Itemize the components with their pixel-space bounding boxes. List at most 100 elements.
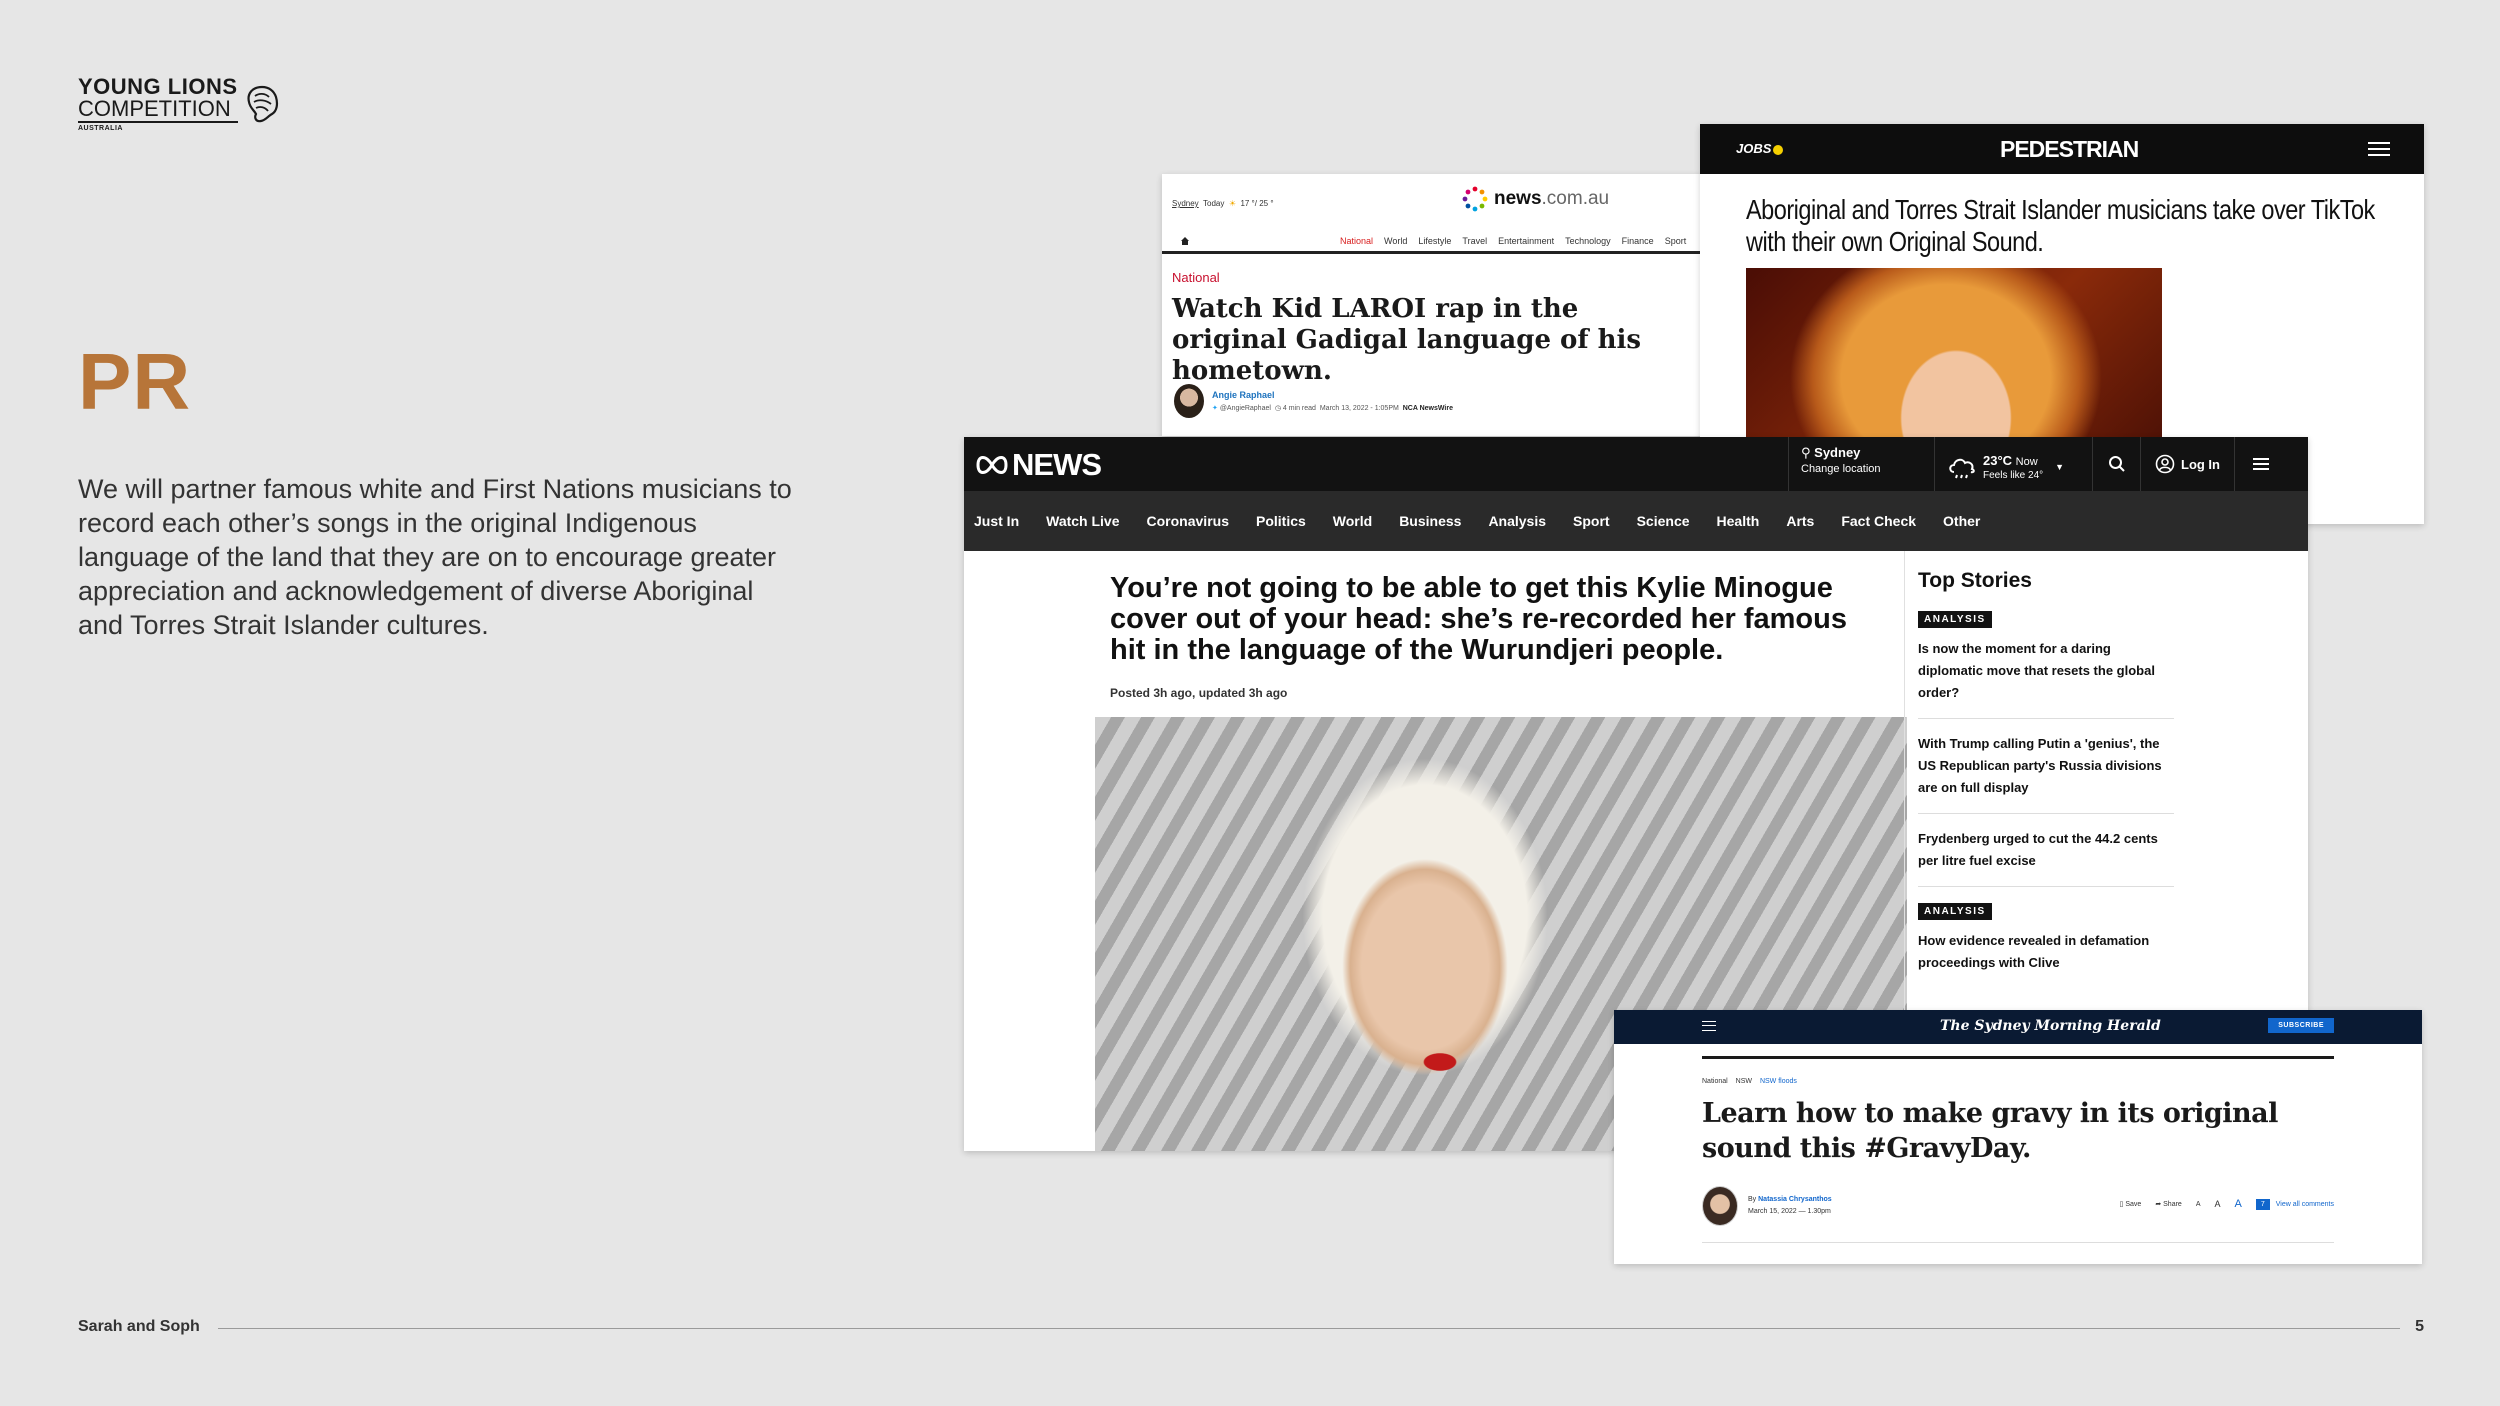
newscomau-nav-world[interactable]: World — [1384, 236, 1407, 246]
newscomau-date: March 13, 2022 - 1:05PM — [1319, 405, 1399, 412]
login-button[interactable]: Log In — [2140, 437, 2234, 491]
lion-icon — [246, 85, 278, 123]
newscomau-header: Sydney Today ☀ 17 °/ 25 ° news .com.au — [1162, 174, 1706, 230]
abc-top-stories: Top Stories ANALYSIS Is now the moment f… — [1918, 569, 2198, 1002]
smh-top-rule — [1702, 1056, 2334, 1059]
abc-nav-just-in[interactable]: Just In — [974, 513, 1019, 529]
byline-prefix: By — [1748, 1196, 1757, 1203]
abc-nav-science[interactable]: Science — [1637, 513, 1690, 529]
comments-link[interactable]: 7 View all comments — [2255, 1198, 2334, 1210]
newscomau-author[interactable]: Angie Raphael — [1212, 390, 1453, 400]
newscomau-nav-national[interactable]: National — [1340, 236, 1373, 246]
newscomau-nav-entertainment[interactable]: Entertainment — [1498, 236, 1554, 246]
top-story-item[interactable]: ANALYSIS How evidence revealed in defama… — [1918, 901, 2174, 988]
abc-nav-fact-check[interactable]: Fact Check — [1841, 513, 1916, 529]
top-stories-heading: Top Stories — [1918, 569, 2032, 592]
search-button[interactable] — [2092, 437, 2140, 491]
newscomau-nav: National World Lifestyle Travel Entertai… — [1162, 230, 1706, 254]
logo-line-1: YOUNG LIONS — [78, 74, 238, 99]
newscomau-nav-lifestyle[interactable]: Lifestyle — [1418, 236, 1451, 246]
pedestrian-jobs-label: JOBS — [1736, 141, 1772, 156]
abc-nav-business[interactable]: Business — [1399, 513, 1461, 529]
bookmark-icon: ▯ — [2119, 1201, 2124, 1208]
text-size-large[interactable]: A — [2235, 1198, 2242, 1210]
newscomau-handle[interactable]: @AngieRaphael — [1220, 405, 1271, 412]
abc-nav-other[interactable]: Other — [1943, 513, 1980, 529]
newscomau-today: Today — [1203, 199, 1225, 208]
abc-nav-sport[interactable]: Sport — [1573, 513, 1610, 529]
newscomau-logo-main: news — [1494, 188, 1542, 209]
slide-body: We will partner famous white and First N… — [78, 474, 792, 640]
newscomau-location-bar: Sydney Today ☀ 17 °/ 25 ° — [1172, 199, 1274, 208]
abc-updated: updated 3h ago — [1198, 686, 1288, 700]
hamburger-menu-icon[interactable] — [2368, 142, 2390, 156]
abc-lissajous-icon — [976, 456, 1008, 474]
abc-weather[interactable]: 23°C Now Feels like 24° ▼ — [1934, 437, 2076, 491]
newscomau-weather: 17 °/ 25 ° — [1240, 199, 1274, 208]
view-comments-label: View all comments — [2275, 1200, 2334, 1208]
abc-posted: Posted 3h ago, — [1110, 686, 1196, 700]
save-button[interactable]: ▯ Save — [2120, 1200, 2142, 1208]
breadcrumb-national[interactable]: National — [1702, 1078, 1728, 1085]
twitter-icon: ✦ — [1212, 405, 1218, 412]
newscomau-nav-finance[interactable]: Finance — [1622, 236, 1654, 246]
hamburger-menu-icon — [1702, 1021, 1716, 1031]
clock-icon: ◷ — [1274, 405, 1281, 412]
smh-author[interactable]: Natassia Chrysanthos — [1758, 1196, 1832, 1203]
smh-logo[interactable]: The Sydney Morning Herald — [1940, 1018, 2161, 1034]
analysis-badge: ANALYSIS — [1918, 611, 1992, 628]
breadcrumb-nsw[interactable]: NSW — [1736, 1078, 1752, 1085]
author-avatar — [1174, 384, 1204, 418]
abc-logo-text: NEWS — [1012, 447, 1102, 482]
breadcrumb-nsw-floods[interactable]: NSW floods — [1760, 1078, 1797, 1085]
newscomau-headline: Watch Kid LAROI rap in the original Gadi… — [1172, 294, 1642, 386]
save-label: Save — [2125, 1201, 2142, 1208]
newscomau-section[interactable]: National — [1172, 270, 1220, 285]
top-story-item[interactable]: Frydenberg urged to cut the 44.2 cents p… — [1918, 828, 2174, 887]
young-lions-logo: YOUNG LIONS COMPETITION AUSTRALIA — [78, 76, 280, 132]
newscomau-location[interactable]: Sydney — [1172, 199, 1199, 208]
abc-posted-time: Posted 3h ago, updated 3h ago — [1110, 686, 1287, 700]
newscomau-nav-sport[interactable]: Sport — [1665, 236, 1687, 246]
newscomau-nav-travel[interactable]: Travel — [1462, 236, 1487, 246]
abc-location[interactable]: ⚲ Sydney Change location — [1788, 437, 1893, 491]
page-number: 5 — [2415, 1318, 2424, 1335]
top-story-text: How evidence revealed in defamation proc… — [1918, 933, 2150, 970]
abc-nav-analysis[interactable]: Analysis — [1488, 513, 1546, 529]
abc-nav-politics[interactable]: Politics — [1256, 513, 1306, 529]
comments-count: 7 — [2255, 1198, 2270, 1210]
abc-nav-world[interactable]: World — [1333, 513, 1372, 529]
user-icon — [2155, 454, 2175, 474]
abc-change-location: Change location — [1801, 463, 1881, 475]
share-label: Share — [2163, 1201, 2182, 1208]
smiley-icon — [1773, 144, 1784, 155]
abc-location-name: Sydney — [1814, 445, 1861, 460]
smh-menu-button[interactable] — [1702, 1021, 1716, 1031]
logo-line-3: AUSTRALIA — [78, 125, 123, 132]
newscomau-logo[interactable]: news .com.au — [1462, 186, 1609, 212]
rain-cloud-icon — [1949, 458, 1975, 479]
share-button[interactable]: ➦ Share — [2155, 1200, 2182, 1208]
abc-nav-coronavirus[interactable]: Coronavirus — [1147, 513, 1229, 529]
home-icon[interactable] — [1180, 236, 1190, 246]
analysis-badge: ANALYSIS — [1918, 903, 1992, 920]
hamburger-menu-button[interactable] — [2234, 437, 2286, 491]
abc-nav-health[interactable]: Health — [1717, 513, 1760, 529]
pedestrian-jobs-link[interactable]: JOBS — [1736, 141, 1784, 156]
smh-date: March 15, 2022 — 1.30pm — [1748, 1208, 1831, 1215]
text-size-medium[interactable]: A — [2215, 1199, 2221, 1209]
abc-now-label: Now — [2015, 456, 2038, 468]
top-story-item[interactable]: ANALYSIS Is now the moment for a daring … — [1918, 609, 2174, 719]
pedestrian-logo[interactable]: PEDESTRIAN — [2000, 136, 2139, 163]
author-avatar — [1702, 1186, 1738, 1226]
logo-line-2: COMPETITION — [78, 98, 238, 123]
abc-nav-arts[interactable]: Arts — [1786, 513, 1814, 529]
newscomau-dots-icon — [1462, 186, 1488, 212]
location-pin-icon: ⚲ — [1801, 445, 1811, 460]
abc-logo[interactable]: NEWS — [976, 447, 1102, 483]
subscribe-button[interactable]: SUBSCRIBE — [2268, 1018, 2334, 1033]
newscomau-nav-technology[interactable]: Technology — [1565, 236, 1611, 246]
top-story-item[interactable]: With Trump calling Putin a 'genius', the… — [1918, 733, 2174, 814]
abc-nav-watch-live[interactable]: Watch Live — [1046, 513, 1119, 529]
text-size-small[interactable]: A — [2196, 1201, 2201, 1208]
